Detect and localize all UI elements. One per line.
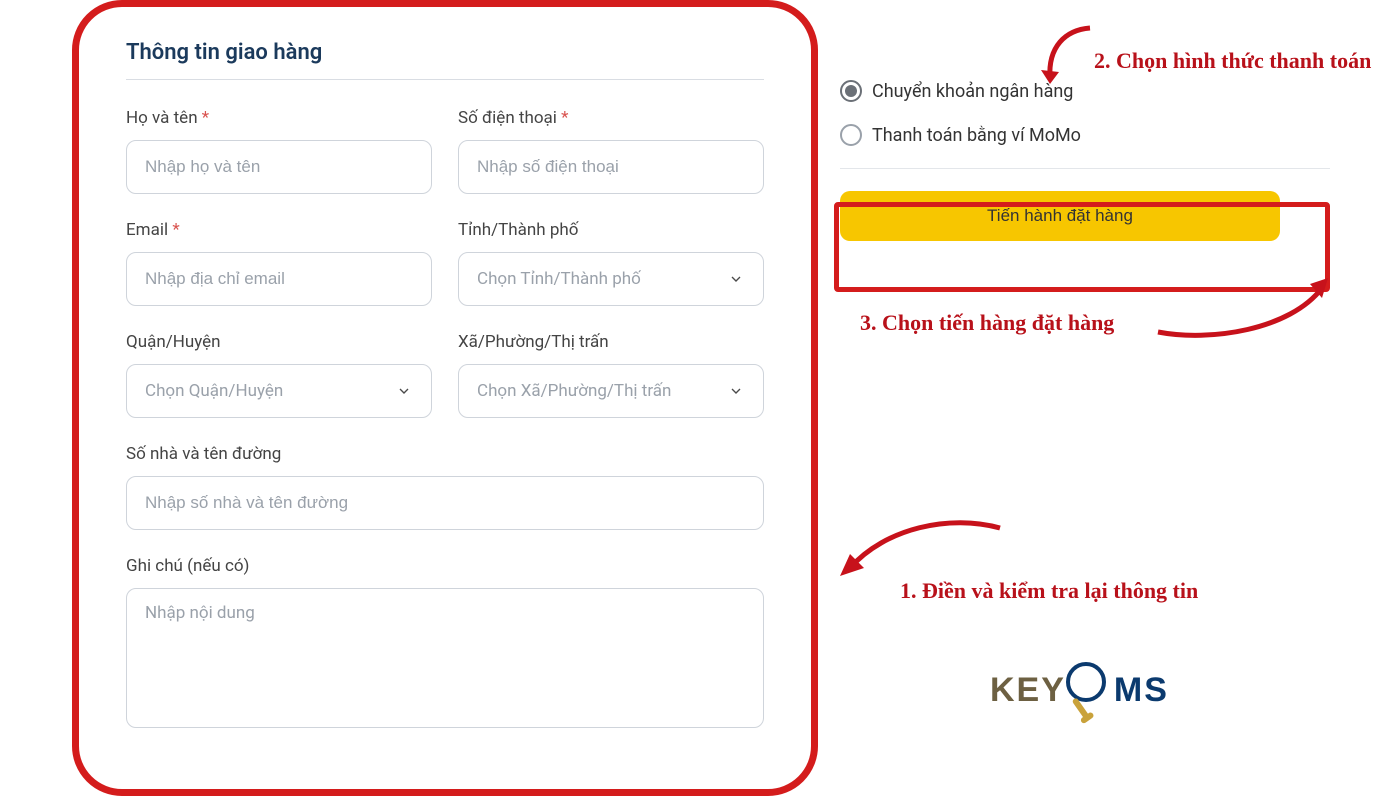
logo-text-ms: MS (1114, 671, 1169, 710)
field-phone: Số điện thoại * (458, 108, 764, 194)
label-note: Ghi chú (nếu có) (126, 556, 764, 576)
field-ward: Xã/Phường/Thị trấn Chọn Xã/Phường/Thị tr… (458, 332, 764, 418)
payment-option-bank[interactable]: Chuyển khoản ngân hàng (840, 80, 1330, 102)
ward-select-placeholder: Chọn Xã/Phường/Thị trấn (477, 381, 671, 401)
payment-panel: Chuyển khoản ngân hàng Thanh toán bằng v… (840, 80, 1330, 241)
ward-select[interactable]: Chọn Xã/Phường/Thị trấn (458, 364, 764, 418)
radio-icon (840, 80, 862, 102)
required-marker: * (202, 108, 209, 128)
payment-option-label: Chuyển khoản ngân hàng (872, 81, 1073, 102)
label-phone: Số điện thoại * (458, 108, 764, 128)
note-textarea[interactable] (126, 588, 764, 728)
label-district: Quận/Huyện (126, 332, 432, 352)
logo-text-key: KEY (990, 671, 1066, 710)
chevron-down-icon (727, 382, 745, 400)
divider (840, 168, 1330, 169)
street-input[interactable] (126, 476, 764, 530)
field-name: Họ và tên * (126, 108, 432, 194)
payment-option-label: Thanh toán bằng ví MoMo (872, 125, 1081, 146)
name-input[interactable] (126, 140, 432, 194)
field-email: Email * (126, 220, 432, 306)
field-street: Số nhà và tên đường (126, 444, 764, 530)
label-email: Email * (126, 220, 432, 240)
field-city: Tỉnh/Thành phố Chọn Tỉnh/Thành phố (458, 220, 764, 306)
magnifier-key-icon (1060, 660, 1120, 720)
annotation-step3: 3. Chọn tiến hàng đặt hàng (860, 310, 1114, 336)
label-street: Số nhà và tên đường (126, 444, 764, 464)
city-select[interactable]: Chọn Tỉnh/Thành phố (458, 252, 764, 306)
form-title: Thông tin giao hàng (126, 40, 764, 80)
place-order-button[interactable]: Tiến hành đặt hàng (840, 191, 1280, 241)
required-marker: * (172, 220, 179, 240)
district-select-placeholder: Chọn Quận/Huyện (145, 381, 283, 401)
arrow-step3-icon (1150, 270, 1340, 350)
field-note: Ghi chú (nếu có) (126, 556, 764, 728)
chevron-down-icon (395, 382, 413, 400)
field-district: Quận/Huyện Chọn Quận/Huyện (126, 332, 432, 418)
label-name: Họ và tên * (126, 108, 432, 128)
district-select[interactable]: Chọn Quận/Huyện (126, 364, 432, 418)
label-ward: Xã/Phường/Thị trấn (458, 332, 764, 352)
delivery-info-card: Thông tin giao hàng Họ và tên * Số điện … (90, 10, 800, 795)
chevron-down-icon (727, 270, 745, 288)
email-input[interactable] (126, 252, 432, 306)
payment-option-momo[interactable]: Thanh toán bằng ví MoMo (840, 124, 1330, 146)
phone-input[interactable] (458, 140, 764, 194)
required-marker: * (561, 108, 568, 128)
brand-logo: KEY MS (990, 660, 1169, 720)
annotation-step1: 1. Điền và kiểm tra lại thông tin (900, 578, 1198, 604)
annotation-step2: 2. Chọn hình thức thanh toán (1094, 48, 1371, 74)
label-city: Tỉnh/Thành phố (458, 220, 764, 240)
radio-icon (840, 124, 862, 146)
city-select-placeholder: Chọn Tỉnh/Thành phố (477, 269, 641, 289)
